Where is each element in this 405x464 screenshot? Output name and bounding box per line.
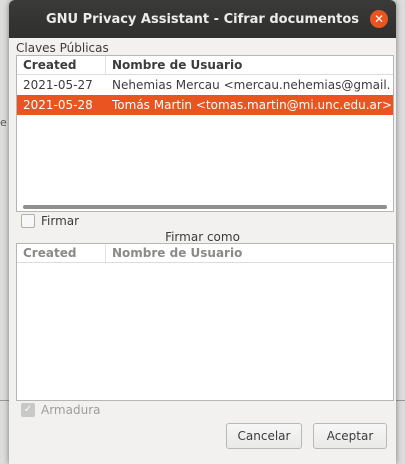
public-keys-list[interactable]: Created Nombre de Usuario 2021-05-27 Neh… <box>16 55 394 212</box>
window-title: GNU Privacy Assistant - Cifrar documento… <box>45 12 360 27</box>
column-header-created[interactable]: Created <box>17 244 105 262</box>
accept-button[interactable]: Aceptar <box>313 423 387 449</box>
close-icon[interactable]: ✕ <box>370 10 388 28</box>
row-user: Tomás Martin <tomas.martin@mi.unc.edu.ar… <box>112 98 392 112</box>
sign-as-list[interactable]: Created Nombre de Usuario <box>16 243 394 401</box>
column-header-created[interactable]: Created <box>17 56 105 74</box>
encrypt-dialog: GNU Privacy Assistant - Cifrar documento… <box>9 0 396 464</box>
sign-as-label: Firmar como <box>165 230 240 244</box>
background-divider-right <box>395 400 405 411</box>
background-window-right <box>395 0 405 464</box>
column-header-user[interactable]: Nombre de Usuario <box>105 244 393 262</box>
row-created: 2021-05-28 <box>23 98 93 112</box>
table-row-selected[interactable]: 2021-05-28 Tomás Martin <tomas.martin@mi… <box>17 95 393 115</box>
cancel-button[interactable]: Cancelar <box>226 423 302 449</box>
public-keys-header: Created Nombre de Usuario <box>17 56 393 75</box>
public-keys-label: Claves Públicas <box>16 41 109 55</box>
check-icon: ✓ <box>21 403 35 417</box>
row-created: 2021-05-27 <box>23 78 93 92</box>
title-bar[interactable]: GNU Privacy Assistant - Cifrar documento… <box>9 0 396 38</box>
armor-label: Armadura <box>41 403 101 417</box>
checkbox-box[interactable] <box>21 214 35 228</box>
armor-checkbox: ✓ Armadura <box>21 403 100 417</box>
sign-as-header: Created Nombre de Usuario <box>17 244 393 263</box>
table-row[interactable]: 2021-05-27 Nehemias Mercau <mercau.nehem… <box>17 75 393 95</box>
horizontal-scrollbar[interactable] <box>23 205 387 209</box>
column-header-user[interactable]: Nombre de Usuario <box>105 56 393 74</box>
row-user: Nehemias Mercau <mercau.nehemias@gmail. <box>112 78 391 92</box>
sign-label: Firmar <box>41 214 80 228</box>
sign-checkbox[interactable]: Firmar <box>21 214 79 228</box>
